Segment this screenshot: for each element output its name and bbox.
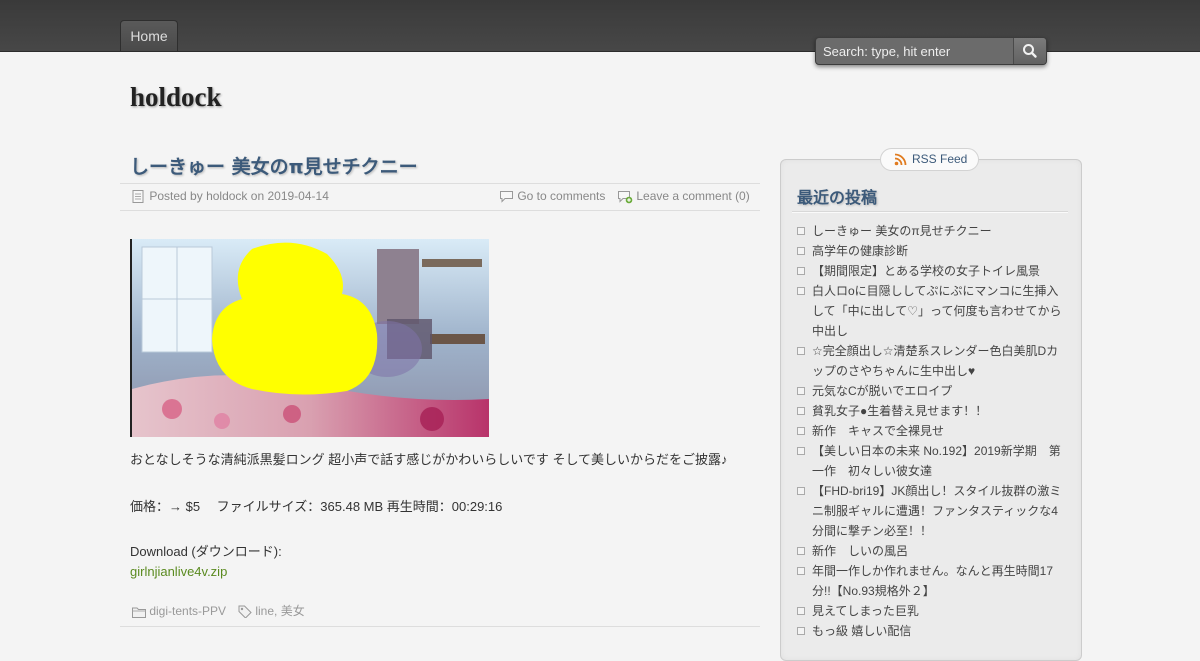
post-date: 2019-04-14: [267, 189, 329, 203]
go-to-comments-link[interactable]: Go to comments: [517, 189, 605, 203]
category-link[interactable]: digi-tents-PPV: [149, 604, 226, 618]
recent-post-item[interactable]: もっ級 嬉しい配信: [796, 621, 1066, 641]
post-category: digi-tents-PPV: [132, 600, 226, 622]
tag-separator: ,: [274, 604, 278, 618]
list-bullet-icon: [797, 487, 805, 495]
post-body: おとなしそうな清純派黒髪ロング 超小声で話す感じがかわいらしいです そして美しい…: [130, 449, 760, 579]
post-description: おとなしそうな清純派黒髪ロング 超小声で話す感じがかわいらしいです そして美しい…: [130, 452, 728, 467]
recent-post-item[interactable]: 【FHD-bri19】JK顔出し！スタイル抜群の激ミニ制服ギャルに遭遇！ファンタ…: [796, 481, 1066, 541]
recent-post-item[interactable]: 貧乳女子●生着替え見せます！！: [796, 401, 1066, 421]
recent-post-item[interactable]: 見えてしまった巨乳: [796, 601, 1066, 621]
download-link[interactable]: girlnjianlive4v.zip: [130, 564, 227, 579]
post-meta-author: Posted by holdock on 2019-04-14: [132, 184, 329, 208]
nav-home-tab[interactable]: Home: [120, 20, 178, 51]
document-icon: [132, 190, 144, 204]
posted-by-label: Posted by: [149, 189, 203, 203]
recent-post-item[interactable]: しーきゅー 美女のπ見せチクニー: [796, 221, 1066, 241]
list-bullet-icon: [797, 227, 805, 235]
post-price-info: 価格：→ $5 ファイルサイズ：365.48 MB 再生時間：00:29:16: [130, 499, 503, 514]
list-bullet-icon: [797, 247, 805, 255]
list-bullet-icon: [797, 387, 805, 395]
recent-post-item[interactable]: 元気なCが脱いでエロイプ: [796, 381, 1066, 401]
recent-post-item[interactable]: 新作 キャスで全裸見せ: [796, 421, 1066, 441]
recent-posts-title: 最近の投稿: [797, 188, 878, 207]
tag-icon: [238, 605, 252, 619]
list-bullet-icon: [797, 567, 805, 575]
recent-post-item[interactable]: 【期間限定】とある学校の女子トイレ風景: [796, 261, 1066, 281]
tag-link-bijo[interactable]: 美女: [281, 604, 305, 618]
post-footer-bar: digi-tents-PPV line, 美女: [120, 600, 760, 627]
post-photo-graphic: [132, 239, 489, 437]
recent-post-item[interactable]: 高学年の健康診断: [796, 241, 1066, 261]
post-meta-bar: Posted by holdock on 2019-04-14 Go to co…: [120, 183, 760, 211]
recent-post-item[interactable]: 新作 しいの風呂: [796, 541, 1066, 561]
list-bullet-icon: [797, 427, 805, 435]
site-title[interactable]: holdock: [130, 82, 222, 113]
recent-post-item[interactable]: 【美しい日本の未来 No.192】2019新学期 第一作 初々しい彼女達: [796, 441, 1066, 481]
rss-feed-label: RSS Feed: [912, 152, 968, 166]
post-image[interactable]: [130, 239, 489, 437]
search-icon: [1023, 44, 1037, 58]
tag-link-line[interactable]: line: [255, 604, 274, 618]
list-bullet-icon: [797, 267, 805, 275]
list-bullet-icon: [797, 287, 805, 295]
recent-post-item[interactable]: 年間一作しか作れません。なんと再生時間17分!!【No.93規格外２】: [796, 561, 1066, 601]
post-tags: line, 美女: [238, 600, 305, 622]
recent-posts-list: しーきゅー 美女のπ見せチクニー 高学年の健康診断 【期間限定】とある学校の女子…: [796, 221, 1066, 641]
recent-post-item[interactable]: ☆完全顔出し☆清楚系スレンダー色白美肌Dカップのさやちゃんに生中出し♥: [796, 341, 1066, 381]
search-box: [815, 37, 1047, 65]
recent-post-item[interactable]: 白人ロoに目隠ししてぷにぷにマンコに生挿入して「中に出して♡」って何度も言わせて…: [796, 281, 1066, 341]
post-meta-leave-comment: Leave a comment (0): [617, 184, 750, 208]
leave-comment-link[interactable]: Leave a comment (0): [636, 189, 749, 203]
comment-bubble-icon: [500, 191, 513, 204]
list-bullet-icon: [797, 407, 805, 415]
folder-icon: [132, 607, 146, 618]
download-label: Download (ダウンロード):: [130, 544, 282, 559]
list-bullet-icon: [797, 547, 805, 555]
rss-icon: [894, 153, 907, 166]
list-bullet-icon: [797, 347, 805, 355]
list-bullet-icon: [797, 627, 805, 635]
rss-feed-button[interactable]: RSS Feed: [880, 148, 979, 171]
search-button[interactable]: [1013, 38, 1046, 64]
post-meta-comments: Go to comments: [499, 184, 605, 208]
author-link[interactable]: holdock: [206, 189, 247, 203]
sidebar-divider: [792, 211, 1068, 213]
add-comment-icon: [618, 190, 633, 204]
on-label: on: [250, 189, 265, 203]
search-input[interactable]: [816, 38, 1012, 64]
list-bullet-icon: [797, 447, 805, 455]
list-bullet-icon: [797, 607, 805, 615]
post-title[interactable]: しーきゅー 美女のπ見せチクニー: [130, 152, 418, 179]
